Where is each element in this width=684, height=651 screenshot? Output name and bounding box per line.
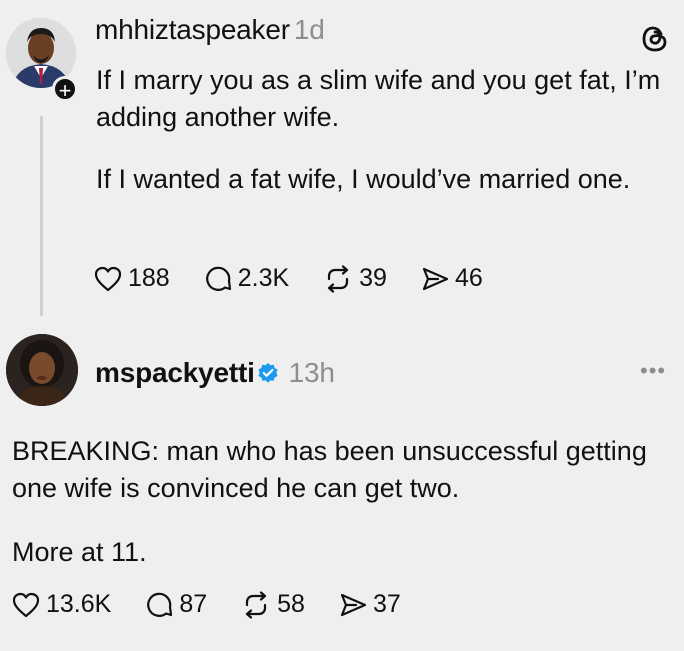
share-icon xyxy=(422,267,449,290)
post2-timestamp: 13h xyxy=(288,357,335,388)
post1-share-count: 46 xyxy=(454,264,483,292)
post2-header: mspackyetti 13h xyxy=(95,357,335,389)
post1-header: mhhiztaspeaker 1d xyxy=(95,14,325,46)
comment-icon xyxy=(147,592,173,617)
post1-username[interactable]: mhhiztaspeaker xyxy=(95,14,290,45)
follow-plus-icon[interactable]: + xyxy=(52,76,78,103)
post2-paragraph-1: BREAKING: man who has been unsuccessful … xyxy=(12,436,647,503)
comment-icon xyxy=(205,266,231,291)
threads-logo-icon[interactable] xyxy=(638,22,672,56)
repost-icon xyxy=(246,590,267,619)
post1-repost-button[interactable]: 39 xyxy=(323,264,387,293)
avatar-mspackyetti[interactable] xyxy=(6,334,78,406)
post1-repost-count: 39 xyxy=(359,264,387,292)
post2-repost-count: 58 xyxy=(277,590,305,618)
post2-actions: 13.6K 87 58 37 xyxy=(12,590,435,619)
post2-share-count: 37 xyxy=(372,590,401,618)
post2-share-button[interactable]: 37 xyxy=(339,590,401,619)
repost-icon xyxy=(328,264,349,293)
post1-share-button[interactable]: 46 xyxy=(421,264,483,293)
more-options-icon[interactable]: ••• xyxy=(640,358,666,384)
post2-repost-button[interactable]: 58 xyxy=(241,590,305,619)
post1-like-count: 188 xyxy=(128,264,170,292)
share-icon xyxy=(340,593,367,616)
post1-timestamp: 1d xyxy=(293,14,325,45)
post2-paragraph-2: More at 11. xyxy=(12,537,147,567)
post2-reply-button[interactable]: 87 xyxy=(145,590,207,619)
post1-paragraph-1: If I marry you as a slim wife and you ge… xyxy=(96,65,661,132)
post1-like-button[interactable]: 188 xyxy=(94,264,170,293)
heart-icon xyxy=(12,592,40,617)
post1-actions: 188 2.3K 39 46 xyxy=(94,264,517,293)
thread-connector-line xyxy=(40,116,43,316)
post1-reply-count: 2.3K xyxy=(237,264,290,292)
post2-like-button[interactable]: 13.6K xyxy=(12,590,111,619)
verified-badge-icon xyxy=(258,362,278,383)
post1-reply-button[interactable]: 2.3K xyxy=(204,264,289,293)
post2-reply-count: 87 xyxy=(179,590,208,618)
post1-paragraph-2: If I wanted a fat wife, I would’ve marri… xyxy=(96,164,631,194)
threads-conversation: + mhhiztaspeaker 1d If I marry you as a s… xyxy=(0,0,684,651)
post2-like-count: 13.6K xyxy=(46,590,112,618)
heart-icon xyxy=(94,266,122,291)
post2-username[interactable]: mspackyetti xyxy=(95,357,255,388)
